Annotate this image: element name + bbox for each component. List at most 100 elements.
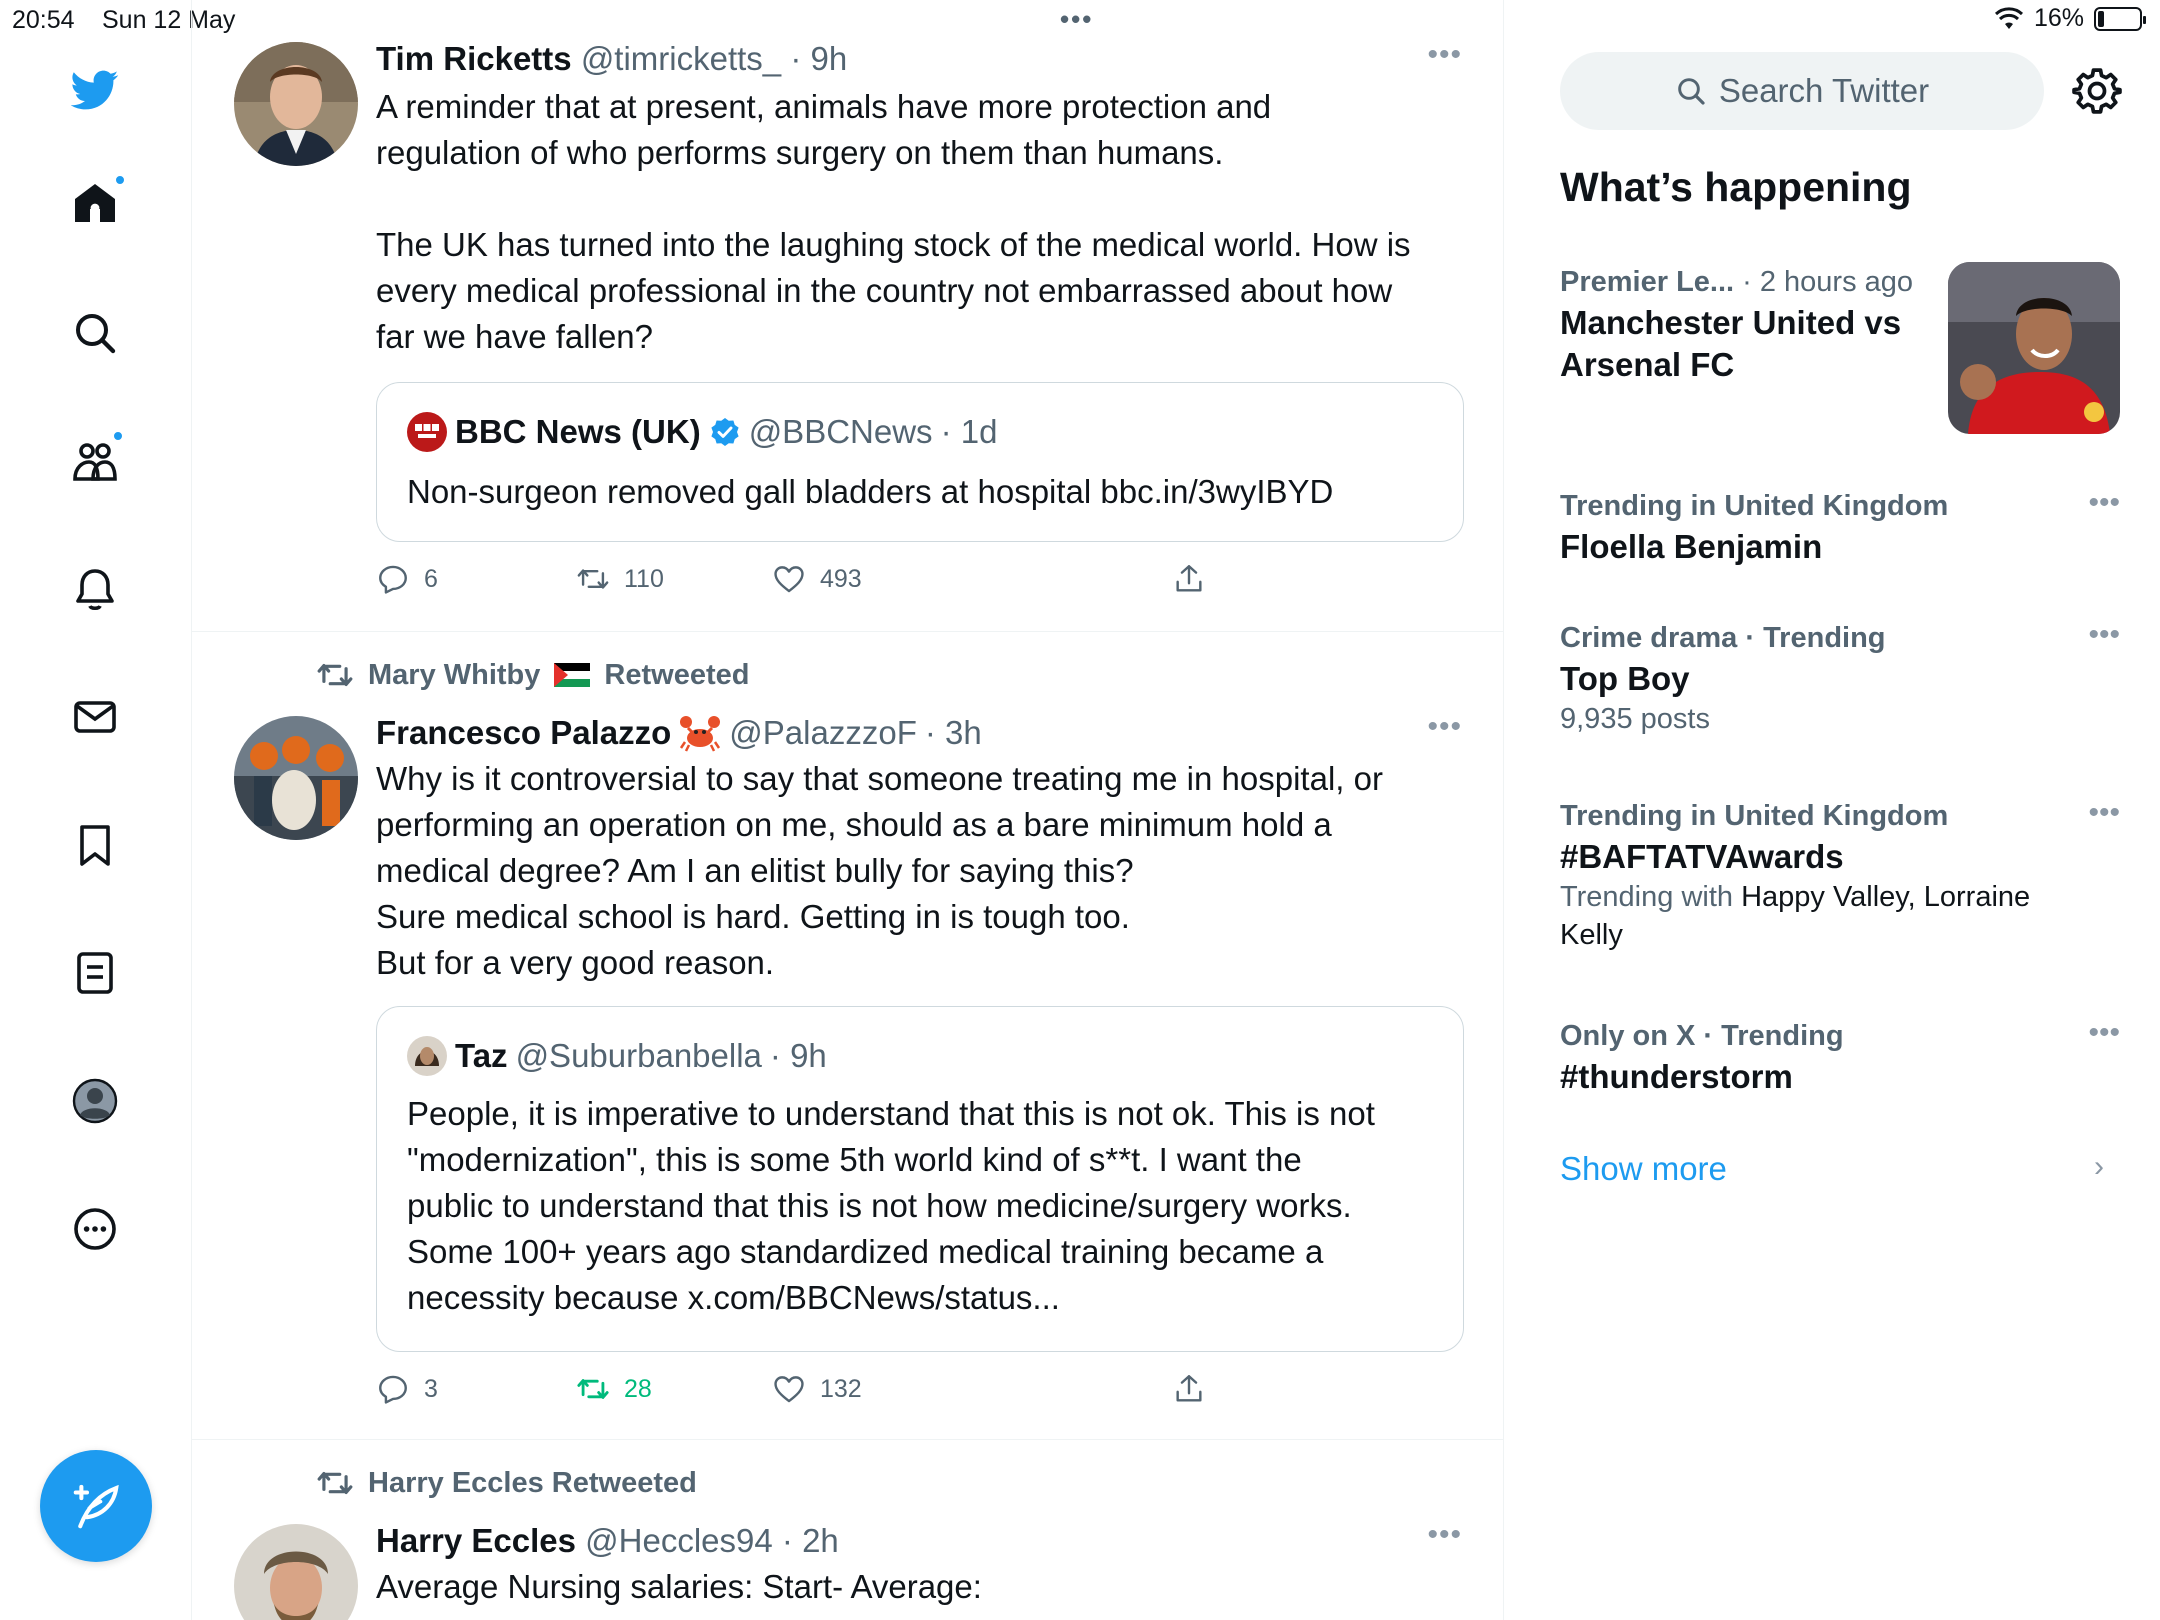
avatar[interactable] <box>234 1524 358 1620</box>
trend-post-count: 9,935 posts <box>1560 703 1710 735</box>
verified-badge-icon <box>711 418 739 446</box>
quote-author-name[interactable]: BBC News (UK) <box>455 409 701 455</box>
quote-time: · 9h <box>769 1037 827 1074</box>
trend-image <box>1948 262 2120 434</box>
avatar[interactable] <box>234 42 358 166</box>
author-name[interactable]: Harry Eccles <box>376 1522 576 1559</box>
communities-icon[interactable] <box>70 430 124 486</box>
lists-icon[interactable] <box>70 948 120 998</box>
quote-avatar <box>407 1036 447 1076</box>
trend-more-icon[interactable]: ••• <box>2088 486 2120 520</box>
profile-icon[interactable] <box>70 1076 120 1126</box>
retweet-icon <box>577 1379 609 1399</box>
quote-tweet[interactable]: BBC News (UK) @BBCNews · 1d Non-surgeon … <box>376 382 1464 542</box>
communities-notification-dot <box>112 430 124 442</box>
quote-text: People, it is imperative to understand t… <box>407 1095 1375 1316</box>
retweeted-by-row[interactable]: Mary Whitby Retweeted <box>316 656 749 694</box>
tweet-time[interactable]: · 2h <box>782 1522 839 1559</box>
tweet-header: Francesco Palazzo @PalazzzoF · 3h <box>376 710 1466 756</box>
home-icon[interactable] <box>70 174 126 228</box>
quote-author-name[interactable]: Taz <box>455 1033 508 1079</box>
search-placeholder: Search Twitter <box>1718 72 1930 109</box>
tweet-text: A reminder that at present, animals have… <box>376 88 1411 355</box>
crab-emoji-icon <box>680 716 721 752</box>
heart-icon <box>774 1376 804 1403</box>
compose-tweet-button[interactable] <box>40 1450 152 1562</box>
settings-gear-icon[interactable] <box>2072 66 2122 116</box>
quote-time: · 1d <box>940 413 998 450</box>
share-button[interactable] <box>1172 1372 1206 1406</box>
tweet[interactable]: Harry Eccles Retweeted Harry Eccles @Hec… <box>192 1440 1503 1620</box>
trend-item[interactable]: Trending in United Kingdom Floella Benja… <box>1560 486 2120 568</box>
messages-icon[interactable] <box>70 692 120 742</box>
left-navigation <box>0 0 192 1620</box>
author-name[interactable]: Francesco Palazzo <box>376 710 671 756</box>
reply-button[interactable]: 3 <box>376 1372 438 1406</box>
trend-item[interactable]: Only on X · Trending #thunderstorm ••• <box>1560 1016 2120 1098</box>
trend-more-icon[interactable]: ••• <box>2088 796 2120 830</box>
tweet-time[interactable]: · 9h <box>790 40 847 77</box>
whats-happening-title: What’s happening <box>1560 164 1912 210</box>
retweet-button[interactable]: 110 <box>576 562 664 596</box>
like-button[interactable]: 132 <box>772 1372 862 1406</box>
show-more-link[interactable]: Show more <box>1560 1150 1727 1188</box>
share-button[interactable] <box>1172 562 1206 596</box>
retweet-icon <box>577 569 609 589</box>
home-notification-dot <box>114 174 126 186</box>
tweet-actions: 6 110 493 <box>376 562 1202 602</box>
bookmarks-icon[interactable] <box>70 820 120 870</box>
trend-more-icon[interactable]: ••• <box>2088 1016 2120 1050</box>
right-sidebar: Search Twitter What’s happening Premier … <box>1504 0 2160 1620</box>
author-handle[interactable]: @Heccles94 <box>585 1522 773 1559</box>
trend-category: Trending in United Kingdom <box>1560 490 1949 522</box>
tweet-header: Harry Eccles @Heccles94 · 2h <box>376 1518 1466 1564</box>
trend-category: Only on X · Trending <box>1560 1020 1844 1052</box>
author-handle[interactable]: @timricketts_ <box>581 40 781 77</box>
search-input[interactable]: Search Twitter <box>1560 52 2044 130</box>
retweeter-name[interactable]: Mary Whitby <box>368 659 540 692</box>
trend-title: #BAFTATVAwards <box>1560 838 1844 875</box>
tweet[interactable]: Mary Whitby Retweeted Francesco Palazzo … <box>192 632 1503 1440</box>
retweeted-line[interactable]: Harry Eccles Retweeted <box>368 1467 697 1500</box>
twitter-logo-icon[interactable] <box>70 65 120 115</box>
tweet-more-icon[interactable]: ••• <box>1427 38 1462 72</box>
tweet[interactable]: Tim Ricketts @timricketts_ · 9h ••• A re… <box>192 0 1503 632</box>
reply-icon <box>379 1375 407 1404</box>
more-icon[interactable] <box>70 1204 120 1254</box>
trend-title: Manchester United vs Arsenal FC <box>1560 304 1902 383</box>
author-handle[interactable]: @PalazzzoF <box>729 710 917 756</box>
author-name[interactable]: Tim Ricketts <box>376 40 572 77</box>
retweet-icon <box>317 663 353 687</box>
like-button[interactable]: 493 <box>772 562 862 596</box>
tweet-more-icon[interactable]: ••• <box>1427 710 1462 744</box>
tweet-header: Tim Ricketts @timricketts_ · 9h <box>376 36 1466 82</box>
quote-tweet[interactable]: Taz @Suburbanbella · 9h People, it is im… <box>376 1006 1464 1352</box>
chevron-right-icon[interactable]: › <box>2094 1150 2104 1184</box>
compose-feather-icon <box>73 1484 119 1529</box>
retweeted-by-row[interactable]: Harry Eccles Retweeted <box>316 1464 697 1502</box>
retweet-icon <box>317 1471 353 1495</box>
quote-author-handle[interactable]: @BBCNews <box>749 409 933 455</box>
retweet-button-active[interactable]: 28 <box>576 1372 652 1406</box>
search-icon <box>1678 78 1705 105</box>
trend-category: Crime drama · Trending <box>1560 622 1886 654</box>
trend-item[interactable]: Trending in United Kingdom #BAFTATVAward… <box>1560 796 2120 954</box>
trend-item[interactable]: Premier Le... · 2 hours ago Manchester U… <box>1560 262 2120 442</box>
trend-title: #thunderstorm <box>1560 1058 1793 1095</box>
trend-category: Premier Le... <box>1560 266 1735 298</box>
reply-button[interactable]: 6 <box>376 562 438 596</box>
quote-author-handle[interactable]: @Suburbanbella <box>516 1033 762 1079</box>
notifications-icon[interactable] <box>70 564 120 614</box>
tweet-text: Average Nursing salaries: Start- Average… <box>376 1568 982 1605</box>
trend-title: Top Boy <box>1560 660 1690 697</box>
timeline: Tim Ricketts @timricketts_ · 9h ••• A re… <box>192 0 1504 1620</box>
tweet-text: Why is it controversial to say that some… <box>376 760 1383 981</box>
heart-icon <box>774 566 804 593</box>
tweet-time[interactable]: · 3h <box>925 710 982 756</box>
trend-more-icon[interactable]: ••• <box>2088 618 2120 652</box>
trend-category: Trending in United Kingdom <box>1560 800 1949 832</box>
avatar[interactable] <box>234 716 358 840</box>
search-icon[interactable] <box>70 308 120 358</box>
tweet-more-icon[interactable]: ••• <box>1427 1518 1462 1552</box>
trend-item[interactable]: Crime drama · Trending Top Boy 9,935 pos… <box>1560 618 2120 738</box>
